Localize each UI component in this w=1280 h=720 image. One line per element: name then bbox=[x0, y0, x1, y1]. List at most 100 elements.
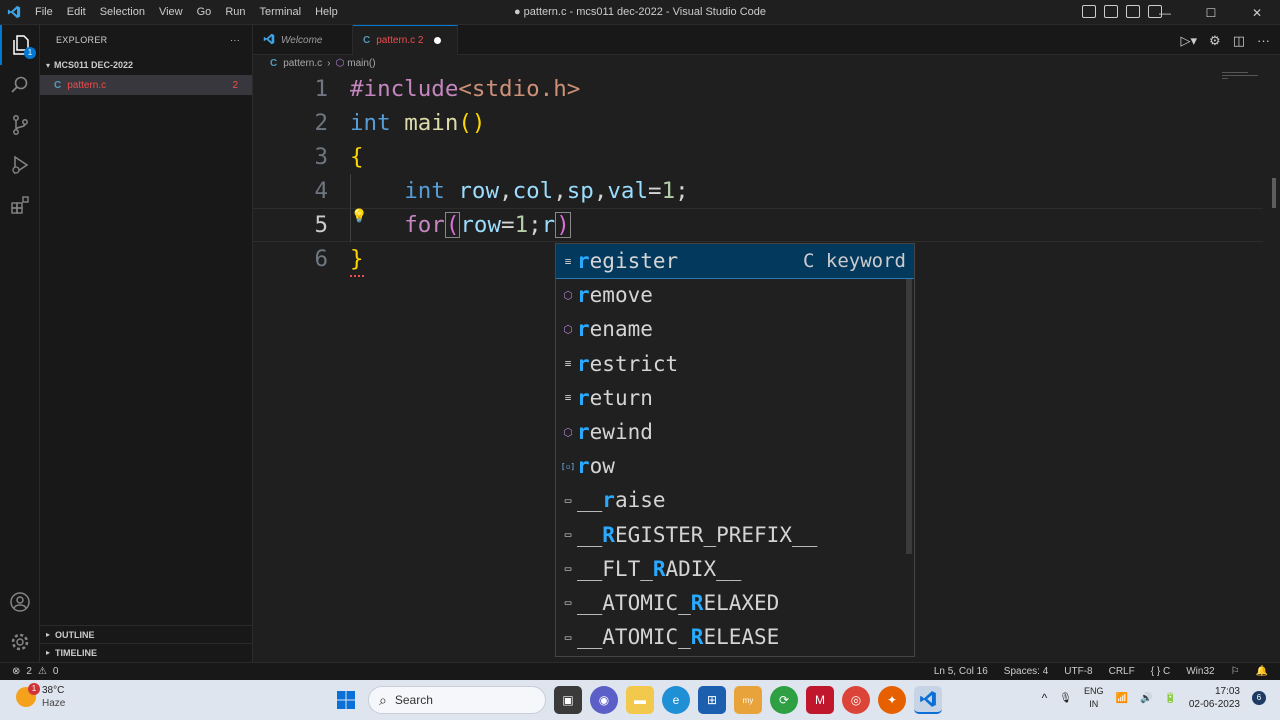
suggestion-item[interactable]: ▭ __raise bbox=[556, 483, 914, 517]
suggestion-item[interactable]: ▭ __FLT_RADIX__ bbox=[556, 552, 914, 586]
code-text: for(row=1;r) bbox=[404, 212, 571, 238]
feedback-icon[interactable]: ⚐ bbox=[1231, 666, 1240, 677]
toggle-panel-icon[interactable] bbox=[1104, 5, 1118, 18]
indentation[interactable]: Spaces: 4 bbox=[1004, 666, 1048, 677]
suggestion-item[interactable]: ⬡ rewind bbox=[556, 415, 914, 449]
weather-widget[interactable]: 1 38°C Haze bbox=[16, 683, 65, 710]
encoding[interactable]: UTF-8 bbox=[1064, 666, 1092, 677]
suggestion-item[interactable]: ▭ __ATOMIC_RELAXED bbox=[556, 586, 914, 620]
menu-file[interactable]: File bbox=[28, 0, 60, 25]
suggestion-item[interactable]: ⬡ rename bbox=[556, 312, 914, 346]
suggestion-item[interactable]: ▭ __ATOMIC_RELEASE bbox=[556, 620, 914, 654]
battery-icon[interactable]: 🔋 bbox=[1164, 693, 1176, 704]
menu-go[interactable]: Go bbox=[190, 0, 219, 25]
workspace-folder[interactable]: ▾ MCS011 DEC-2022 bbox=[40, 55, 252, 75]
title-bar: File Edit Selection View Go Run Terminal… bbox=[0, 0, 1280, 25]
chat-icon[interactable]: ◉ bbox=[590, 686, 618, 714]
menu-view[interactable]: View bbox=[152, 0, 190, 25]
clock[interactable]: 17:03 02-06-2023 bbox=[1189, 685, 1240, 711]
toggle-secondary-sidebar-icon[interactable] bbox=[1126, 5, 1140, 18]
windows-start-icon[interactable] bbox=[332, 686, 360, 714]
lightbulb-icon[interactable]: 💡 bbox=[351, 209, 367, 224]
breadcrumb-file[interactable]: pattern.c bbox=[283, 58, 322, 69]
c-file-icon: C bbox=[363, 35, 371, 46]
minimize-button[interactable]: — bbox=[1142, 0, 1188, 25]
menu-help[interactable]: Help bbox=[308, 0, 345, 25]
run-code-icon[interactable]: ▷▾ bbox=[1181, 33, 1198, 49]
end-of-line[interactable]: CRLF bbox=[1109, 666, 1135, 677]
breadcrumb-symbol[interactable]: main() bbox=[347, 58, 375, 69]
store-icon[interactable]: ⊞ bbox=[698, 686, 726, 714]
error-squiggle bbox=[350, 274, 364, 277]
error-count: 2 bbox=[26, 666, 32, 677]
wifi-icon[interactable]: 📶 bbox=[1115, 693, 1127, 704]
minimap[interactable] bbox=[1222, 72, 1262, 102]
cursor-position[interactable]: Ln 5, Col 16 bbox=[934, 666, 988, 677]
task-view-icon[interactable]: ▣ bbox=[554, 686, 582, 714]
search-icon[interactable] bbox=[0, 65, 40, 105]
menu-edit[interactable]: Edit bbox=[60, 0, 93, 25]
settings-gear-icon[interactable] bbox=[0, 622, 40, 662]
suggestion-label: restrict bbox=[577, 351, 679, 376]
mcafee-icon[interactable]: M bbox=[806, 686, 834, 714]
sync-app-icon[interactable]: ⟳ bbox=[770, 686, 798, 714]
menu-run[interactable]: Run bbox=[218, 0, 252, 25]
more-actions-icon[interactable]: ··· bbox=[1257, 33, 1270, 49]
toggle-sidebar-icon[interactable] bbox=[1082, 5, 1096, 18]
gear-icon[interactable]: ⚙ bbox=[1209, 33, 1221, 49]
language-indicator[interactable]: ENG IN bbox=[1084, 685, 1104, 711]
search-icon: ⌕ bbox=[379, 691, 387, 708]
tab-welcome[interactable]: Welcome bbox=[253, 25, 353, 55]
account-icon[interactable] bbox=[0, 582, 40, 622]
problems-status[interactable]: ⊗ 2 ⚠ 0 bbox=[12, 666, 58, 677]
explorer-badge: 1 bbox=[24, 47, 36, 59]
notifications-bell-icon[interactable]: 🔔 bbox=[1256, 666, 1268, 677]
suggestion-item[interactable]: ≡ restrict bbox=[556, 347, 914, 381]
clock-time: 17:03 bbox=[1214, 686, 1240, 697]
maximize-button[interactable]: ☐ bbox=[1188, 0, 1234, 25]
mysql-icon[interactable]: my bbox=[734, 686, 762, 714]
suggestion-item[interactable]: [▫] row bbox=[556, 449, 914, 483]
suggestion-detail: C keyword bbox=[803, 250, 906, 273]
suggestion-item[interactable]: ≡ return bbox=[556, 381, 914, 415]
scrollbar[interactable] bbox=[1272, 178, 1276, 208]
firefox-icon[interactable]: ✦ bbox=[878, 686, 906, 714]
files-icon[interactable]: 1 bbox=[0, 25, 40, 65]
file-explorer-icon[interactable]: ▬ bbox=[626, 686, 654, 714]
microphone-icon[interactable]: 🎙 bbox=[1059, 693, 1072, 704]
volume-icon[interactable]: 🔊 bbox=[1140, 693, 1152, 704]
suggestion-item[interactable]: ⬡ remove bbox=[556, 278, 914, 312]
notification-count-badge[interactable]: 6 bbox=[1252, 691, 1266, 705]
chrome-icon[interactable]: ◎ bbox=[842, 686, 870, 714]
suggestion-item[interactable]: ≡ register C keyword bbox=[556, 244, 914, 280]
source-control-icon[interactable] bbox=[0, 105, 40, 145]
warning-icon: ⚠ bbox=[37, 666, 47, 677]
run-debug-icon[interactable] bbox=[0, 145, 40, 185]
outline-panel[interactable]: ▸ OUTLINE bbox=[40, 625, 253, 643]
language-mode[interactable]: { } C bbox=[1151, 666, 1170, 677]
taskbar-search[interactable]: ⌕ Search bbox=[368, 686, 546, 714]
vscode-taskbar-icon[interactable] bbox=[914, 686, 942, 714]
chevron-right-icon: ▸ bbox=[46, 630, 51, 639]
more-actions-icon[interactable]: ··· bbox=[230, 35, 240, 45]
search-placeholder: Search bbox=[394, 693, 433, 707]
timeline-panel[interactable]: ▸ TIMELINE bbox=[40, 643, 253, 661]
tab-label: pattern.c 2 bbox=[376, 35, 424, 46]
suggest-widget: ≡ register C keyword ⬡ remove ⬡ rename ≡ restric… bbox=[555, 243, 915, 657]
chevron-down-icon: ▾ bbox=[46, 60, 51, 70]
editor-actions: ▷▾ ⚙ ◫ ··· bbox=[1181, 33, 1270, 49]
suggestion-item[interactable]: ▭ __REGISTER_PREFIX__ bbox=[556, 518, 914, 552]
tab-pattern-c[interactable]: C pattern.c 2 bbox=[353, 25, 458, 55]
menu-terminal[interactable]: Terminal bbox=[253, 0, 309, 25]
c-configuration[interactable]: Win32 bbox=[1186, 666, 1214, 677]
extensions-icon[interactable] bbox=[0, 185, 40, 225]
status-right: Ln 5, Col 16 Spaces: 4 UTF-8 CRLF { } C … bbox=[934, 666, 1268, 677]
menu-selection[interactable]: Selection bbox=[93, 0, 152, 25]
split-editor-icon[interactable]: ◫ bbox=[1233, 33, 1245, 49]
edge-browser-icon[interactable]: e bbox=[662, 686, 690, 714]
chevron-up-icon[interactable]: ^ bbox=[1042, 691, 1048, 705]
file-item-pattern-c[interactable]: C pattern.c 2 bbox=[40, 75, 252, 95]
code-line: 1 #include<stdio.h> bbox=[253, 72, 1263, 106]
unsaved-dot-icon[interactable] bbox=[433, 37, 441, 44]
close-button[interactable]: ✕ bbox=[1234, 0, 1280, 25]
